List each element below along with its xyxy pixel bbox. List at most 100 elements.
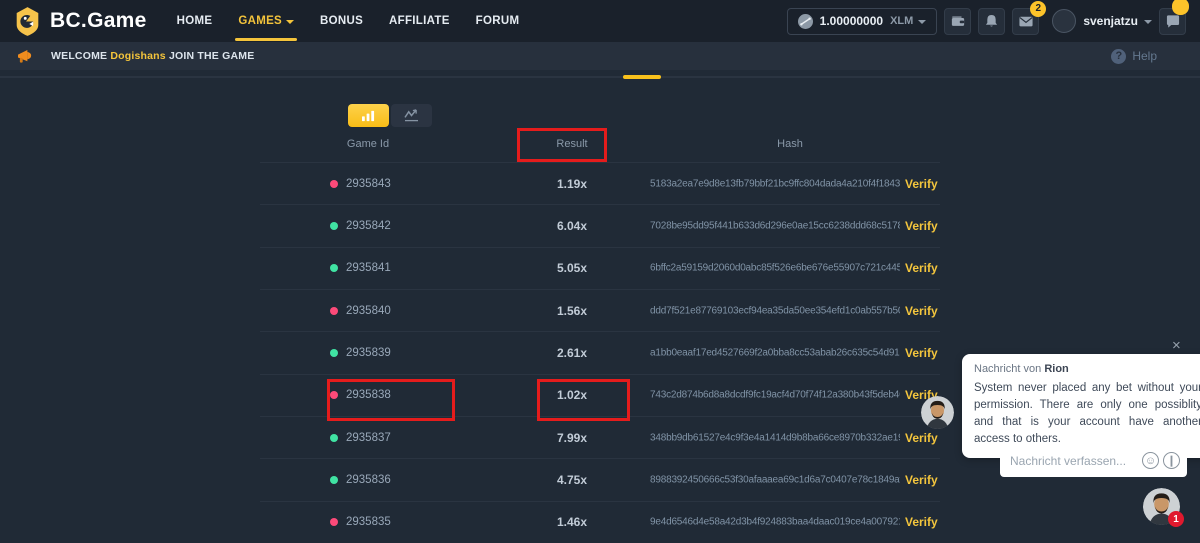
bell-icon [985,14,998,28]
tab-my-bets[interactable] [348,104,389,127]
tab-trends[interactable] [391,104,432,127]
game-id-cell: 2935840 [330,305,391,317]
verify-button[interactable]: Verify [905,177,938,191]
announcement-suffix: JOIN THE GAME [169,50,254,62]
chat-sender-name: Rion [1044,363,1068,375]
nav-item-bonus[interactable]: BONUS [320,0,363,42]
game-id[interactable]: 2935842 [346,220,391,232]
megaphone-icon [17,49,34,64]
table-row: 2935842 6.04x 7028be95dd95f441b633d6d296… [260,204,940,246]
help-button[interactable]: ? Help [1111,49,1183,64]
chat-toggle-button[interactable] [1159,8,1186,35]
notifications-button[interactable] [978,8,1005,35]
game-id[interactable]: 2935839 [346,347,391,359]
chat-bubble-icon [1166,15,1180,28]
table-row: 2935841 5.05x 6bffc2a59159d2060d0abc85f5… [260,247,940,289]
balance-selector[interactable]: 1.00000000 XLM [787,8,938,35]
balance-amount: 1.00000000 [820,14,883,28]
main-menu: HOME GAMES BONUS AFFILIATE FORUM [177,0,520,42]
mail-badge: 2 [1030,1,1046,17]
chat-message-input[interactable] [1010,454,1138,468]
emoji-icon[interactable]: ☺ [1142,452,1159,469]
chat-badge [1172,0,1189,15]
status-dot [330,222,338,230]
chat-message-header: Nachricht von Rion [974,363,1200,375]
result-value: 2.61x [557,346,587,360]
game-id[interactable]: 2935841 [346,262,391,274]
nav-item-affiliate[interactable]: AFFILIATE [389,0,450,42]
game-id-cell: 2935835 [330,516,391,528]
game-id-cell: 2935836 [330,474,391,486]
verify-button[interactable]: Verify [905,304,938,318]
wallet-icon [951,15,965,27]
help-label: Help [1132,49,1157,63]
announcement-prefix: WELCOME [51,50,107,62]
game-id[interactable]: 2935837 [346,432,391,444]
hash-value: 348bb9db61527e4c9f3e4a1414d9b8ba66ce8970… [650,432,900,443]
verify-button[interactable]: Verify [905,473,938,487]
section-divider [0,76,1200,78]
nav-item-games[interactable]: GAMES [238,0,294,42]
verify-button[interactable]: Verify [905,431,938,445]
nav-item-home[interactable]: HOME [177,0,213,42]
verify-button[interactable]: Verify [905,219,938,233]
brand-logo[interactable]: BC.Game [0,6,147,37]
xlm-coin-icon [798,14,813,29]
result-value: 1.56x [557,304,587,318]
game-history-table: Game Id Result Hash 2935843 1.19x 5183a2… [260,96,940,543]
nav-item-forum[interactable]: FORUM [476,0,520,42]
table-row: 2935835 1.46x 9e4d6546d4e58a42d3b4f92488… [260,501,940,543]
mail-button[interactable]: 2 [1012,8,1039,35]
bc-game-logo-icon [14,6,41,37]
verify-button[interactable]: Verify [905,515,938,529]
wallet-button[interactable] [944,8,971,35]
highlight-box-game-id [327,379,455,421]
hash-value: 9e4d6546d4e58a42d3b4f924883baa4daac019ce… [650,517,900,528]
game-id[interactable]: 2935840 [346,305,391,317]
game-id-cell: 2935842 [330,220,391,232]
chevron-down-icon [918,20,926,24]
user-menu[interactable]: svenjatzu [1083,14,1152,28]
close-icon[interactable]: × [1172,337,1181,354]
status-dot [330,180,338,188]
game-id[interactable]: 2935835 [346,516,391,528]
avatar-photo [921,396,954,429]
table-row: 2935840 1.56x ddd7f521e87769103ecf94ea35… [260,289,940,331]
brand-name: BC.Game [50,9,147,33]
chevron-down-icon [1144,20,1152,24]
bc-game-page: BC.Game HOME GAMES BONUS AFFILIATE FORUM… [0,0,1200,543]
top-navbar: BC.Game HOME GAMES BONUS AFFILIATE FORUM… [0,0,1200,42]
game-id-cell: 2935843 [330,178,391,190]
verify-button[interactable]: Verify [905,346,938,360]
envelope-icon [1019,16,1033,27]
currency-dropdown[interactable]: XLM [890,15,926,27]
chevron-down-icon [286,20,294,24]
result-value: 5.05x [557,261,587,275]
status-dot [330,307,338,315]
highlight-box-result-value [537,379,630,421]
header-hash: Hash [777,138,803,150]
header-game-id: Game Id [347,138,389,150]
chat-widget-avatar[interactable]: 1 [1143,488,1180,525]
currency-code: XLM [890,15,913,27]
game-id[interactable]: 2935843 [346,178,391,190]
verify-button[interactable]: Verify [905,261,938,275]
hash-value: 743c2d874b6d8a8dcdf9fc19acf4d70f74f12a38… [650,390,900,401]
hash-value: 8988392450666c53f30afaaaea69c1d6a7c0407e… [650,475,900,486]
result-value: 1.19x [557,177,587,191]
attachment-icon[interactable]: ❙ [1163,452,1180,469]
hash-value: 6bffc2a59159d2060d0abc85f526e6be676e5590… [650,263,900,274]
result-value: 7.99x [557,431,587,445]
chat-sender-avatar [921,396,954,429]
navbar-right: 1.00000000 XLM [787,8,1200,35]
game-id[interactable]: 2935836 [346,474,391,486]
hash-value: a1bb0eaaf17ed4527669f2a0bba8cc53abab26c6… [650,348,900,359]
announcement-username[interactable]: Dogishans [110,50,165,62]
game-id-cell: 2935841 [330,262,391,274]
hash-value: ddd7f521e87769103ecf94ea35da50ee354efd1c… [650,305,900,316]
chat-unread-badge: 1 [1168,511,1184,527]
table-row: 2935837 7.99x 348bb9db61527e4c9f3e4a1414… [260,416,940,458]
user-avatar[interactable] [1052,9,1076,33]
status-dot [330,518,338,526]
progress-dash [623,75,661,79]
